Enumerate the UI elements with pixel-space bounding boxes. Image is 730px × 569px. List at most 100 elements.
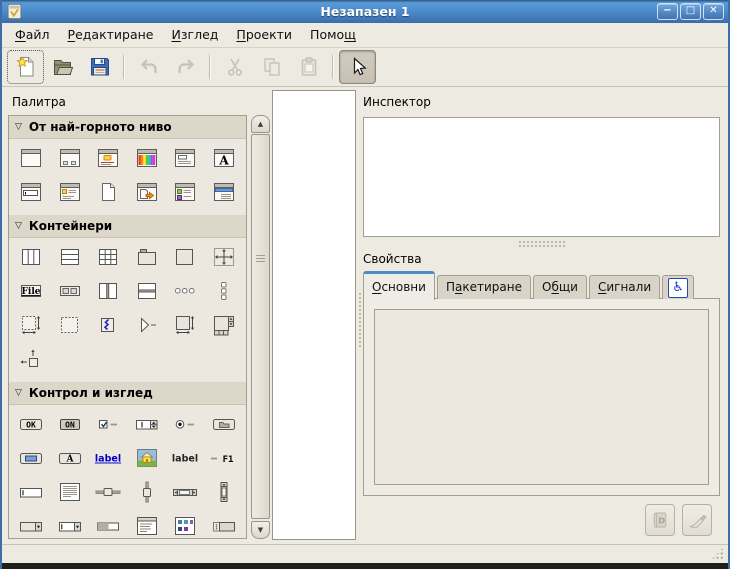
tab-packing[interactable]: Пакетиране [437,275,531,299]
vpaned-icon [134,279,160,303]
close-button[interactable]: ✕ [703,3,724,20]
palette-item-fixed[interactable] [205,240,244,274]
palette-item-alignment[interactable] [12,342,51,376]
menu-view[interactable]: Изглед [163,23,228,47]
palette-item-message-dialog[interactable] [89,141,128,175]
palette-item-statusbar[interactable] [205,509,244,539]
open-button[interactable] [44,50,81,84]
tab-accessibility[interactable]: ♿ [662,275,694,299]
paned-handle-horizontal[interactable] [518,240,566,247]
palette-item-recent-chooser-dialog[interactable] [166,175,205,209]
properties-tabs: ОсновниПакетиранеОбщиСигнали♿ [363,270,720,299]
palette-item-color-button[interactable] [12,441,51,475]
brush-icon [687,510,707,530]
resize-grip[interactable] [711,547,724,560]
palette-item-image[interactable] [128,441,167,475]
save-button[interactable] [81,50,118,84]
palette-item-vscale[interactable] [128,475,167,509]
hscrollbar-icon [170,480,200,504]
palette-item-progress-bar[interactable] [89,509,128,539]
svg-text:OK: OK [26,421,36,430]
palette-item-file-selection-dialog[interactable] [166,141,205,175]
palette-item-button[interactable]: OK [12,407,51,441]
new-button[interactable] [7,50,44,84]
properties-title: Свойства [363,252,422,266]
maximize-button[interactable]: □ [680,3,701,20]
palette-item-about-dialog[interactable] [89,175,128,209]
palette-item-layout[interactable] [205,308,244,342]
tab-general[interactable]: Основни [363,271,435,300]
menu-edit[interactable]: Редактиране [59,23,163,47]
selector-button[interactable] [339,50,376,84]
palette-item-spin-button[interactable] [128,407,167,441]
palette-item-color-selection-dialog[interactable] [128,141,167,175]
vscale-icon [134,480,160,504]
palette-item-window[interactable] [12,141,51,175]
menu-help[interactable]: Помощ [301,23,365,47]
palette-item-hscale[interactable] [89,475,128,509]
palette-item-table[interactable] [89,240,128,274]
palette-item-hbutton-box[interactable] [166,274,205,308]
palette-item-aspect-frame[interactable] [166,308,205,342]
palette-item-hbox[interactable] [12,240,51,274]
palette-section-header[interactable]: ▽Контейнери [9,215,246,238]
palette-section-header[interactable]: ▽Контрол и изглед [9,382,246,405]
palette-item-entry[interactable] [12,475,51,509]
palette-item-vscrollbar[interactable] [205,475,244,509]
palette-item-font-selection-dialog[interactable]: A [205,141,244,175]
palette-item-tree-view[interactable] [128,509,167,539]
input-dialog-icon [18,180,44,204]
palette-item-toolbar[interactable] [51,274,90,308]
design-canvas[interactable] [272,90,356,540]
palette-item-handle-box[interactable] [89,308,128,342]
palette-section-header[interactable]: ▽От най-горното ниво [9,116,246,139]
palette-item-frame[interactable] [166,240,205,274]
link-button-icon: label [91,446,125,470]
palette-grid: File [9,238,246,382]
palette-item-assistant[interactable] [205,175,244,209]
palette-item-vbox[interactable] [51,240,90,274]
copy-button [253,50,290,84]
palette-item-text-view[interactable] [51,475,90,509]
palette-item-scrolled-window[interactable] [12,308,51,342]
menu-projects[interactable]: Проекти [227,23,301,47]
titlebar[interactable]: Незапазен 1 −□✕ [2,0,728,23]
palette-item-file-chooser-dialog[interactable] [128,175,167,209]
palette-item-accel-label[interactable]: F1 [205,441,244,475]
palette-item-dialog[interactable] [51,141,90,175]
scroll-down-button[interactable]: ▼ [251,521,270,539]
palette-grid: OKONAlabellabelF1 [9,405,246,539]
palette-item-input-dialog[interactable] [12,175,51,209]
palette-item-vpaned[interactable] [128,274,167,308]
palette-item-link-button[interactable]: label [89,441,128,475]
palette-item-expander[interactable] [128,308,167,342]
scroll-up-button[interactable]: ▲ [251,115,270,133]
palette-scrollbar[interactable]: ▲ ▼ [251,115,270,539]
palette-item-combo-box-entry[interactable] [51,509,90,539]
palette-item-viewport[interactable] [51,308,90,342]
palette-item-font-button[interactable]: A [51,441,90,475]
palette-item-notebook[interactable] [128,240,167,274]
tab-signals[interactable]: Сигнали [589,275,660,299]
paned-handle-vertical[interactable] [358,292,362,347]
viewport-icon [57,313,83,337]
menu-file[interactable]: Файл [6,23,59,47]
palette-item-toggle-button[interactable]: ON [51,407,90,441]
scrollbar-thumb[interactable] [251,134,270,519]
palette-item-label[interactable]: label [166,441,205,475]
palette-item-check-button[interactable] [89,407,128,441]
palette-item-icon-view[interactable] [166,509,205,539]
paste-button [290,50,327,84]
palette-item-radio-button[interactable] [166,407,205,441]
tab-common[interactable]: Общи [533,275,587,299]
inspector-tree[interactable] [363,117,720,237]
palette-item-message-box[interactable] [51,175,90,209]
palette-item-hscrollbar[interactable] [166,475,205,509]
svg-text:ON: ON [65,421,75,430]
palette-item-combo-box[interactable] [12,509,51,539]
palette-item-hpaned[interactable] [89,274,128,308]
palette-item-vbutton-box[interactable] [205,274,244,308]
palette-item-menubar[interactable]: File [12,274,51,308]
palette-item-file-chooser-button[interactable] [205,407,244,441]
minimize-button[interactable]: − [657,3,678,20]
